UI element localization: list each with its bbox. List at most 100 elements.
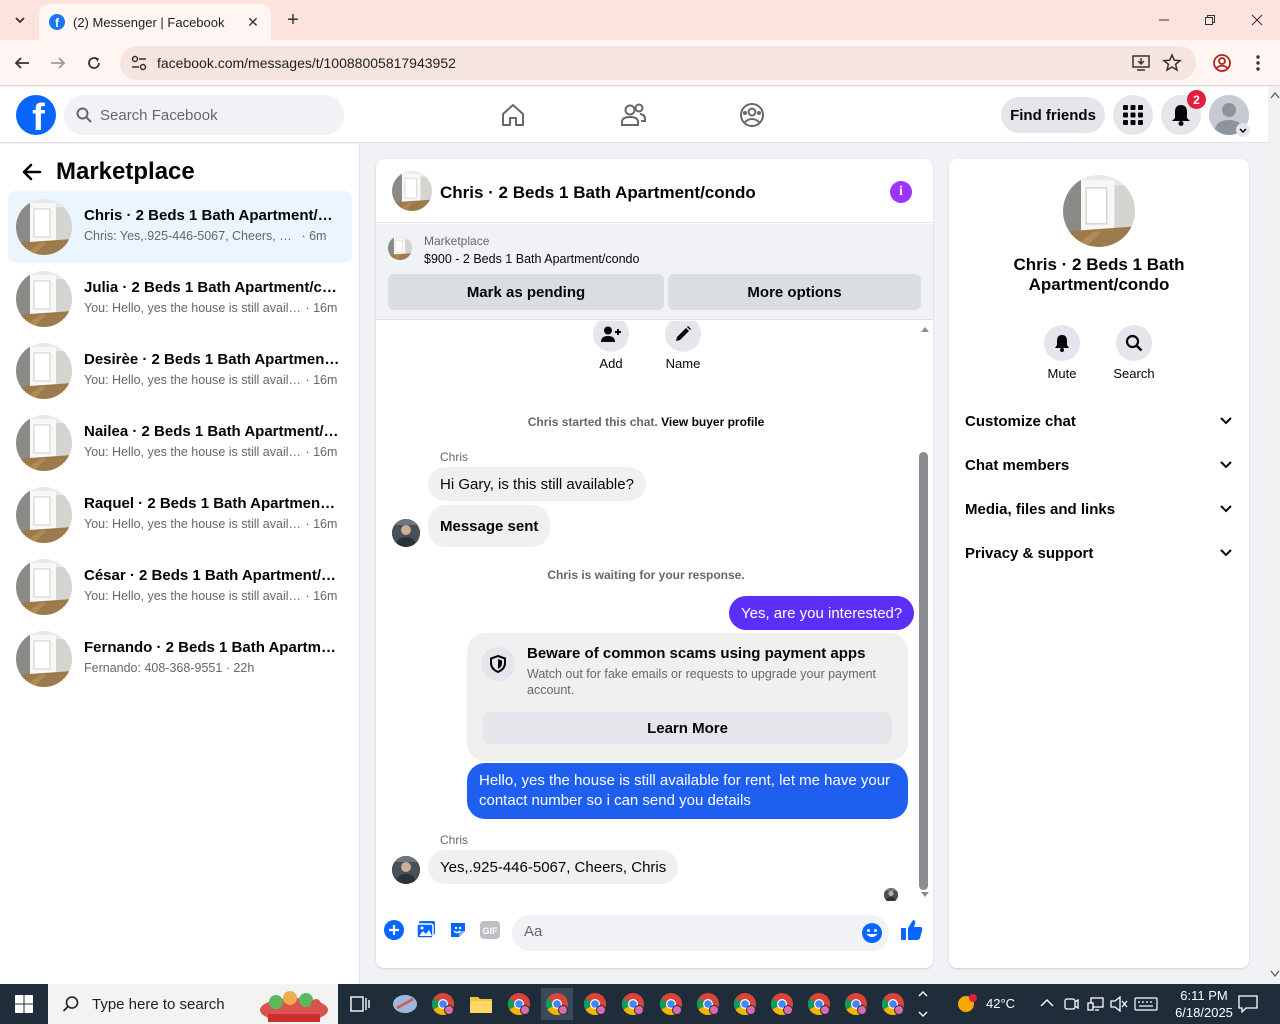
chrome-app[interactable] — [692, 988, 724, 1020]
omnibox[interactable]: facebook.com/messages/t/1008800581794395… — [120, 46, 1196, 80]
back-arrow-icon[interactable] — [20, 160, 44, 184]
taskbar-app[interactable] — [389, 988, 421, 1020]
conversation-item[interactable]: Desirèe · 2 Beds 1 Bath Apartment/condo Y… — [8, 335, 352, 407]
plus-circle-icon — [384, 920, 404, 940]
chrome-app[interactable] — [655, 988, 687, 1020]
like-send-button[interactable] — [899, 917, 925, 943]
chrome-app[interactable] — [579, 988, 611, 1020]
scrollbar-thumb[interactable] — [919, 452, 928, 890]
friends-nav[interactable] — [619, 101, 647, 129]
clock-time[interactable]: 6:11 PM — [1174, 988, 1234, 1003]
customize-chat-section[interactable]: Customize chat — [957, 399, 1241, 443]
incoming-message[interactable]: Yes,.925-446-5067, Cheers, Chris — [428, 850, 679, 884]
network-icon[interactable] — [1087, 996, 1105, 1012]
conversation-item[interactable]: Julia · 2 Beds 1 Bath Apartment/condo You… — [8, 263, 352, 335]
conversation-item[interactable]: Fernando · 2 Beds 1 Bath Apartment/condo… — [8, 623, 352, 695]
forward-button[interactable] — [47, 52, 69, 74]
search-icon — [62, 996, 79, 1012]
separator: · — [302, 589, 314, 603]
chat-members-section[interactable]: Chat members — [957, 443, 1241, 487]
conversation-preview: Chris: Yes,.925-446-5067, Cheers, Chris … — [84, 229, 344, 243]
chat-title[interactable]: Chris · 2 Beds 1 Bath Apartment/condo — [440, 183, 756, 203]
outgoing-message[interactable]: Yes, are you interested? — [729, 596, 915, 630]
taskbar-overflow-icon[interactable] — [917, 988, 929, 1020]
media-files-links-section[interactable]: Media, files and links — [957, 487, 1241, 531]
outgoing-message[interactable]: Hello, yes the house is still available … — [467, 763, 908, 819]
tab-search-button[interactable] — [8, 8, 32, 32]
find-friends-button[interactable]: Find friends — [1001, 97, 1105, 133]
more-options-button[interactable]: More options — [668, 274, 921, 310]
search-action[interactable]: Search — [1104, 325, 1164, 381]
name-action[interactable]: Name — [653, 321, 713, 371]
mark-as-pending-button[interactable]: Mark as pending — [388, 274, 664, 310]
chevron-down-icon — [1220, 417, 1232, 425]
menu-button[interactable] — [1113, 95, 1153, 135]
chrome-app[interactable] — [877, 988, 909, 1020]
sticker-button[interactable] — [447, 919, 469, 941]
file-explorer-app[interactable] — [465, 988, 497, 1020]
weather-sun-icon[interactable] — [953, 992, 979, 1016]
profile-button[interactable] — [1211, 52, 1233, 74]
facebook-search[interactable] — [64, 95, 344, 135]
facebook-search-input[interactable] — [100, 106, 320, 124]
learn-more-button[interactable]: Learn More — [483, 712, 892, 744]
conversation-item[interactable]: Raquel · 2 Beds 1 Bath Apartment/condo Yo… — [8, 479, 352, 551]
show-hidden-icons-icon[interactable] — [1040, 998, 1054, 1008]
clock-date[interactable]: 6/18/2025 — [1164, 1005, 1244, 1020]
chrome-app[interactable] — [729, 988, 761, 1020]
message-sent-card[interactable]: Message sent — [428, 505, 551, 547]
chrome-app-active[interactable] — [541, 988, 573, 1020]
task-view-button[interactable] — [344, 988, 376, 1020]
conversation-item[interactable]: César · 2 Beds 1 Bath Apartment/condo You… — [8, 551, 352, 623]
chrome-app[interactable] — [427, 988, 459, 1020]
browser-menu-button[interactable] — [1247, 52, 1269, 74]
meet-now-icon[interactable] — [1063, 996, 1079, 1012]
chrome-app[interactable] — [840, 988, 872, 1020]
chrome-app[interactable] — [803, 988, 835, 1020]
reload-button[interactable] — [83, 52, 105, 74]
emoji-icon[interactable] — [861, 922, 883, 944]
home-nav[interactable] — [499, 101, 527, 129]
new-tab-button[interactable]: + — [282, 9, 304, 31]
svg-text:GIF: GIF — [483, 926, 499, 936]
notification-center-icon[interactable] — [1238, 995, 1258, 1013]
message-list[interactable]: Add Name Chris started this chat. View b… — [376, 321, 933, 901]
mute-action[interactable]: Mute — [1032, 325, 1092, 381]
facebook-header: f Find friends 2 — [0, 87, 1268, 143]
restore-button[interactable] — [1187, 0, 1233, 40]
start-button[interactable] — [0, 984, 48, 1024]
details-avatar[interactable] — [1063, 175, 1135, 247]
search-icon — [76, 107, 92, 123]
chrome-app[interactable] — [766, 988, 798, 1020]
browser-tab[interactable]: f (2) Messenger | Facebook ✕ — [39, 4, 271, 40]
conversation-info-icon[interactable]: i — [890, 181, 912, 203]
chrome-app[interactable] — [503, 988, 535, 1020]
conversation-item[interactable]: Chris · 2 Beds 1 Bath Apartment/condo Chr… — [8, 191, 352, 263]
more-actions-button[interactable] — [383, 919, 405, 941]
message-input[interactable] — [524, 923, 844, 940]
site-settings-icon — [131, 55, 147, 71]
attach-photo-button[interactable] — [415, 919, 437, 941]
page-scrollbar[interactable] — [1268, 87, 1280, 984]
minimize-button[interactable] — [1141, 0, 1187, 40]
chrome-icon — [508, 993, 530, 1015]
add-people-action[interactable]: Add — [581, 321, 641, 371]
volume-muted-icon[interactable] — [1110, 996, 1128, 1012]
incoming-message[interactable]: Hi Gary, is this still available? — [428, 467, 646, 501]
privacy-support-section[interactable]: Privacy & support — [957, 531, 1241, 575]
preview-time: 22h — [233, 661, 255, 675]
taskbar-search[interactable]: Type here to search — [48, 984, 338, 1024]
facebook-logo-icon[interactable]: f — [16, 95, 56, 135]
keyboard-icon[interactable] — [1134, 997, 1158, 1011]
chat-avatar[interactable] — [392, 171, 432, 211]
conversation-item[interactable]: Nailea · 2 Beds 1 Bath Apartment/condo Yo… — [8, 407, 352, 479]
back-button[interactable] — [11, 52, 33, 74]
listing-price[interactable]: $900 - 2 Beds 1 Bath Apartment/condo — [424, 252, 639, 266]
view-buyer-profile-link[interactable]: View buyer profile — [661, 415, 764, 429]
groups-nav[interactable] — [738, 101, 766, 129]
close-window-button[interactable] — [1234, 0, 1280, 40]
chrome-app[interactable] — [617, 988, 649, 1020]
close-tab-icon[interactable]: ✕ — [245, 14, 261, 30]
gif-button[interactable]: GIF — [479, 919, 501, 941]
account-chevron-icon[interactable] — [1236, 123, 1250, 137]
